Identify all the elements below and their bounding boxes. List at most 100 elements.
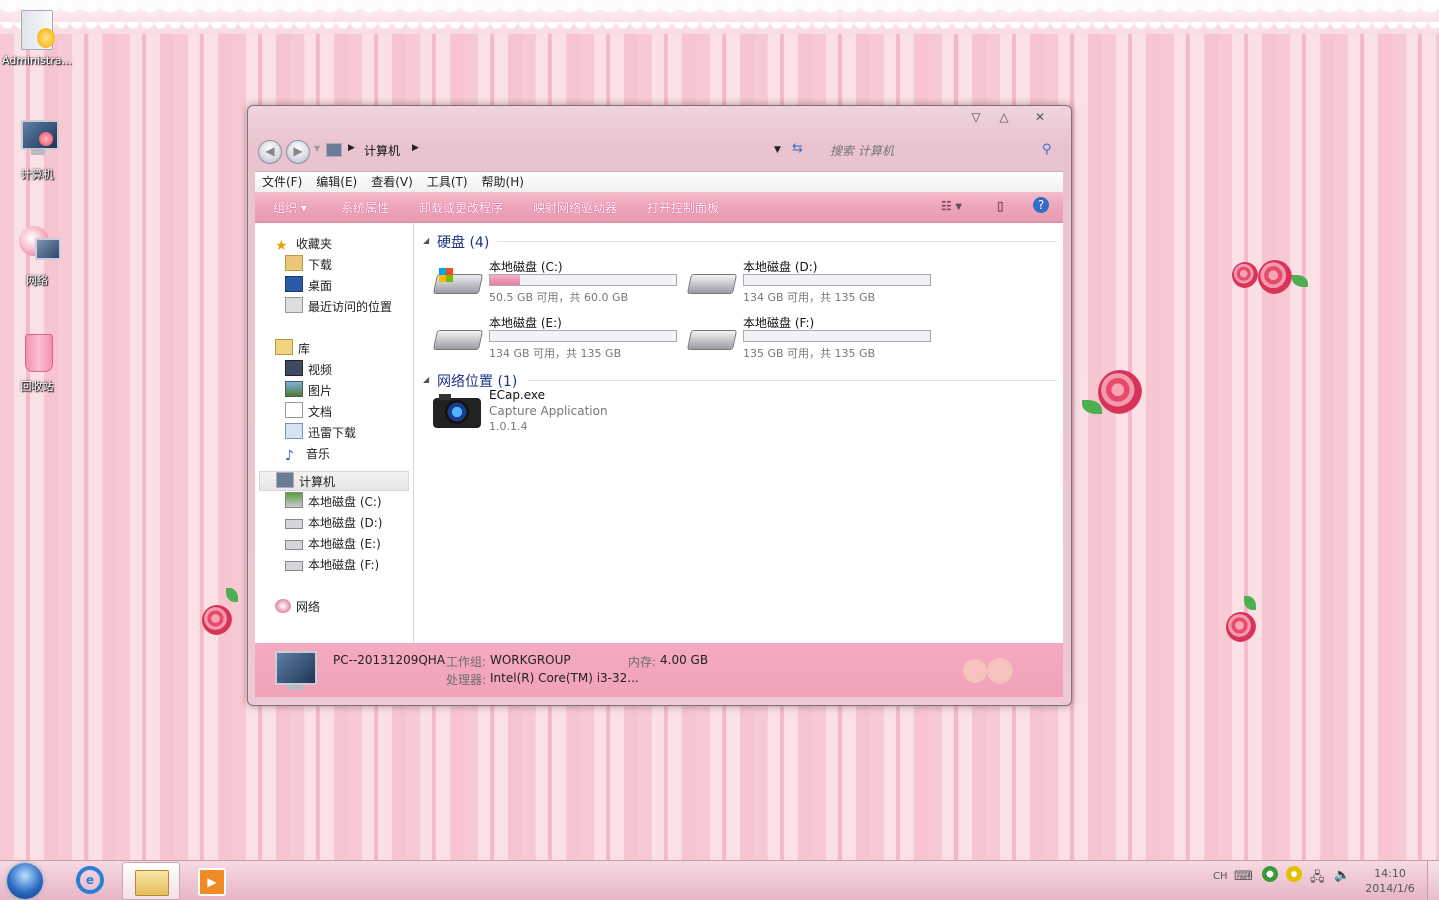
forward-button[interactable]: ▶: [286, 140, 310, 164]
drive-space-info: 134 GB 可用，共 135 GB: [489, 347, 622, 360]
nav-xunlei[interactable]: 迅雷下载: [285, 423, 356, 443]
nav-desktop[interactable]: 桌面: [285, 276, 332, 296]
breadcrumb-arrow-icon[interactable]: ▶: [348, 143, 355, 153]
desktop-icon-label: Administra...: [2, 54, 72, 67]
help-icon[interactable]: ?: [1033, 197, 1049, 213]
network-item-version: 1.0.1.4: [489, 420, 528, 433]
desktop-icon-network[interactable]: 网络: [1, 224, 73, 288]
rose-decoration: [1232, 262, 1258, 288]
recent-pages-dropdown-icon[interactable]: ▼: [314, 144, 320, 153]
drive-c[interactable]: 本地磁盘 (C:) 50.5 GB 可用，共 60.0 GB: [432, 258, 683, 306]
nav-recent[interactable]: 最近访问的位置: [285, 297, 392, 317]
nav-drive-e[interactable]: 本地磁盘 (E:): [285, 534, 381, 554]
nav-drive-d[interactable]: 本地磁盘 (D:): [285, 513, 382, 533]
nav-network[interactable]: 网络: [275, 597, 320, 617]
network-icon: [15, 224, 61, 268]
nav-favorites[interactable]: ★ 收藏夹: [275, 234, 332, 254]
internet-explorer-icon: e: [76, 866, 104, 894]
nav-drive-c[interactable]: 本地磁盘 (C:): [285, 492, 382, 512]
nav-label: 计算机: [299, 475, 336, 489]
network-icon: [275, 599, 291, 613]
search-icon[interactable]: ⚲: [1042, 142, 1052, 157]
workgroup-label: 工作组:: [446, 655, 487, 669]
network-item-ecap[interactable]: ECap.exe Capture Application 1.0.1.4: [433, 388, 683, 446]
rose-decoration: [1098, 370, 1142, 414]
organize-button[interactable]: 组织 ▾: [273, 199, 307, 216]
collapse-arrow-icon[interactable]: ◢: [423, 236, 429, 245]
network-status-icon[interactable]: 🖧: [1310, 868, 1325, 890]
clock[interactable]: 14:10 2014/1/6: [1362, 866, 1418, 896]
drive-e[interactable]: 本地磁盘 (E:) 134 GB 可用，共 135 GB: [432, 314, 683, 362]
uninstall-program-button[interactable]: 卸载或更改程序: [419, 199, 503, 216]
nav-music[interactable]: ♪ 音乐: [285, 444, 330, 464]
nav-label: 文档: [308, 405, 333, 419]
details-pane: PC--20131209QHA 工作组: WORKGROUP 内存: 4.00 …: [255, 643, 1063, 697]
menu-tools[interactable]: 工具(T): [420, 172, 475, 192]
nav-downloads[interactable]: 下载: [285, 255, 332, 275]
taskbar-media-button[interactable]: ▶: [182, 862, 238, 898]
drive-space-info: 50.5 GB 可用，共 60.0 GB: [489, 291, 629, 304]
nav-drive-f[interactable]: 本地磁盘 (F:): [285, 555, 379, 575]
close-button[interactable]: ✕: [1028, 108, 1052, 126]
media-player-icon: ▶: [198, 868, 226, 896]
map-network-drive-button[interactable]: 映射网络驱动器: [533, 199, 617, 216]
keyboard-icon[interactable]: ⌨: [1234, 869, 1253, 884]
menu-edit[interactable]: 编辑(E): [309, 172, 364, 192]
nav-computer[interactable]: 计算机: [259, 471, 409, 491]
desktop-icon-label: 网络: [26, 274, 48, 287]
menu-view[interactable]: 查看(V): [364, 172, 420, 192]
update-app-icon[interactable]: [1286, 866, 1302, 882]
breadcrumb[interactable]: 计算机: [364, 142, 400, 159]
drive-name: 本地磁盘 (D:): [743, 260, 818, 274]
taskbar-ie-button[interactable]: e: [62, 862, 118, 898]
nav-libraries[interactable]: 库: [275, 339, 310, 359]
leaf-decoration: [1244, 596, 1256, 610]
group-header-hard-disks[interactable]: 硬盘 (4): [437, 232, 489, 252]
volume-icon[interactable]: 🔈: [1334, 868, 1350, 883]
nav-label: 网络: [296, 600, 321, 614]
nav-label: 本地磁盘 (C:): [308, 495, 382, 509]
nav-label: 桌面: [308, 279, 333, 293]
search-box[interactable]: ⚲: [826, 138, 1058, 163]
cartoon-couple-decoration: [935, 647, 1035, 695]
recent-places-icon: [285, 297, 303, 313]
drive-usage-bar: [743, 274, 931, 286]
hard-drive-icon: [432, 322, 484, 352]
nav-pictures[interactable]: 图片: [285, 381, 332, 401]
minimize-button[interactable]: ▽: [964, 108, 988, 126]
cpu-label: 处理器:: [446, 673, 487, 687]
view-options-icon[interactable]: ☷ ▾: [941, 199, 962, 213]
drive-f[interactable]: 本地磁盘 (F:) 135 GB 可用，共 135 GB: [686, 314, 937, 362]
address-dropdown-icon[interactable]: ▼: [774, 145, 781, 155]
security-app-icon[interactable]: [1262, 866, 1278, 882]
start-button[interactable]: [7, 863, 43, 899]
documents-icon: [285, 402, 303, 418]
system-properties-button[interactable]: 系统属性: [341, 199, 389, 216]
explorer-window: ▽ △ ✕ ◀ ▶ ▼ ▶ 计算机 ▶ ▼ ⇆ ⚲ 文件(F)编辑(E)查看(V…: [247, 105, 1072, 706]
open-control-panel-button[interactable]: 打开控制面板: [647, 199, 719, 216]
group-divider: [527, 380, 1057, 381]
lace-border-lower: [0, 22, 1439, 36]
desktop-icon-recycle-bin[interactable]: 回收站: [1, 330, 73, 394]
language-indicator[interactable]: CH: [1213, 871, 1228, 882]
rose-decoration: [202, 605, 232, 635]
menu-help[interactable]: 帮助(H): [475, 172, 531, 192]
nav-label: 视频: [308, 363, 333, 377]
nav-documents[interactable]: 文档: [285, 402, 332, 422]
collapse-arrow-icon[interactable]: ◢: [423, 375, 429, 384]
menu-file[interactable]: 文件(F): [255, 172, 309, 192]
breadcrumb-arrow-icon[interactable]: ▶: [412, 143, 419, 153]
show-desktop-button[interactable]: [1427, 861, 1439, 900]
search-input[interactable]: [826, 139, 1058, 163]
libraries-icon: [275, 339, 293, 355]
desktop-icon-computer[interactable]: 计算机: [1, 118, 73, 182]
drive-d[interactable]: 本地磁盘 (D:) 134 GB 可用，共 135 GB: [686, 258, 937, 306]
nav-videos[interactable]: 视频: [285, 360, 332, 380]
desktop-icon-administrator[interactable]: Administra...: [1, 6, 73, 67]
maximize-button[interactable]: △: [992, 108, 1016, 126]
nav-label: 最近访问的位置: [308, 300, 393, 314]
back-button[interactable]: ◀: [258, 140, 282, 164]
taskbar-explorer-button[interactable]: [122, 862, 180, 900]
refresh-icon[interactable]: ⇆: [792, 141, 803, 156]
preview-pane-icon[interactable]: ▯: [997, 199, 1004, 213]
